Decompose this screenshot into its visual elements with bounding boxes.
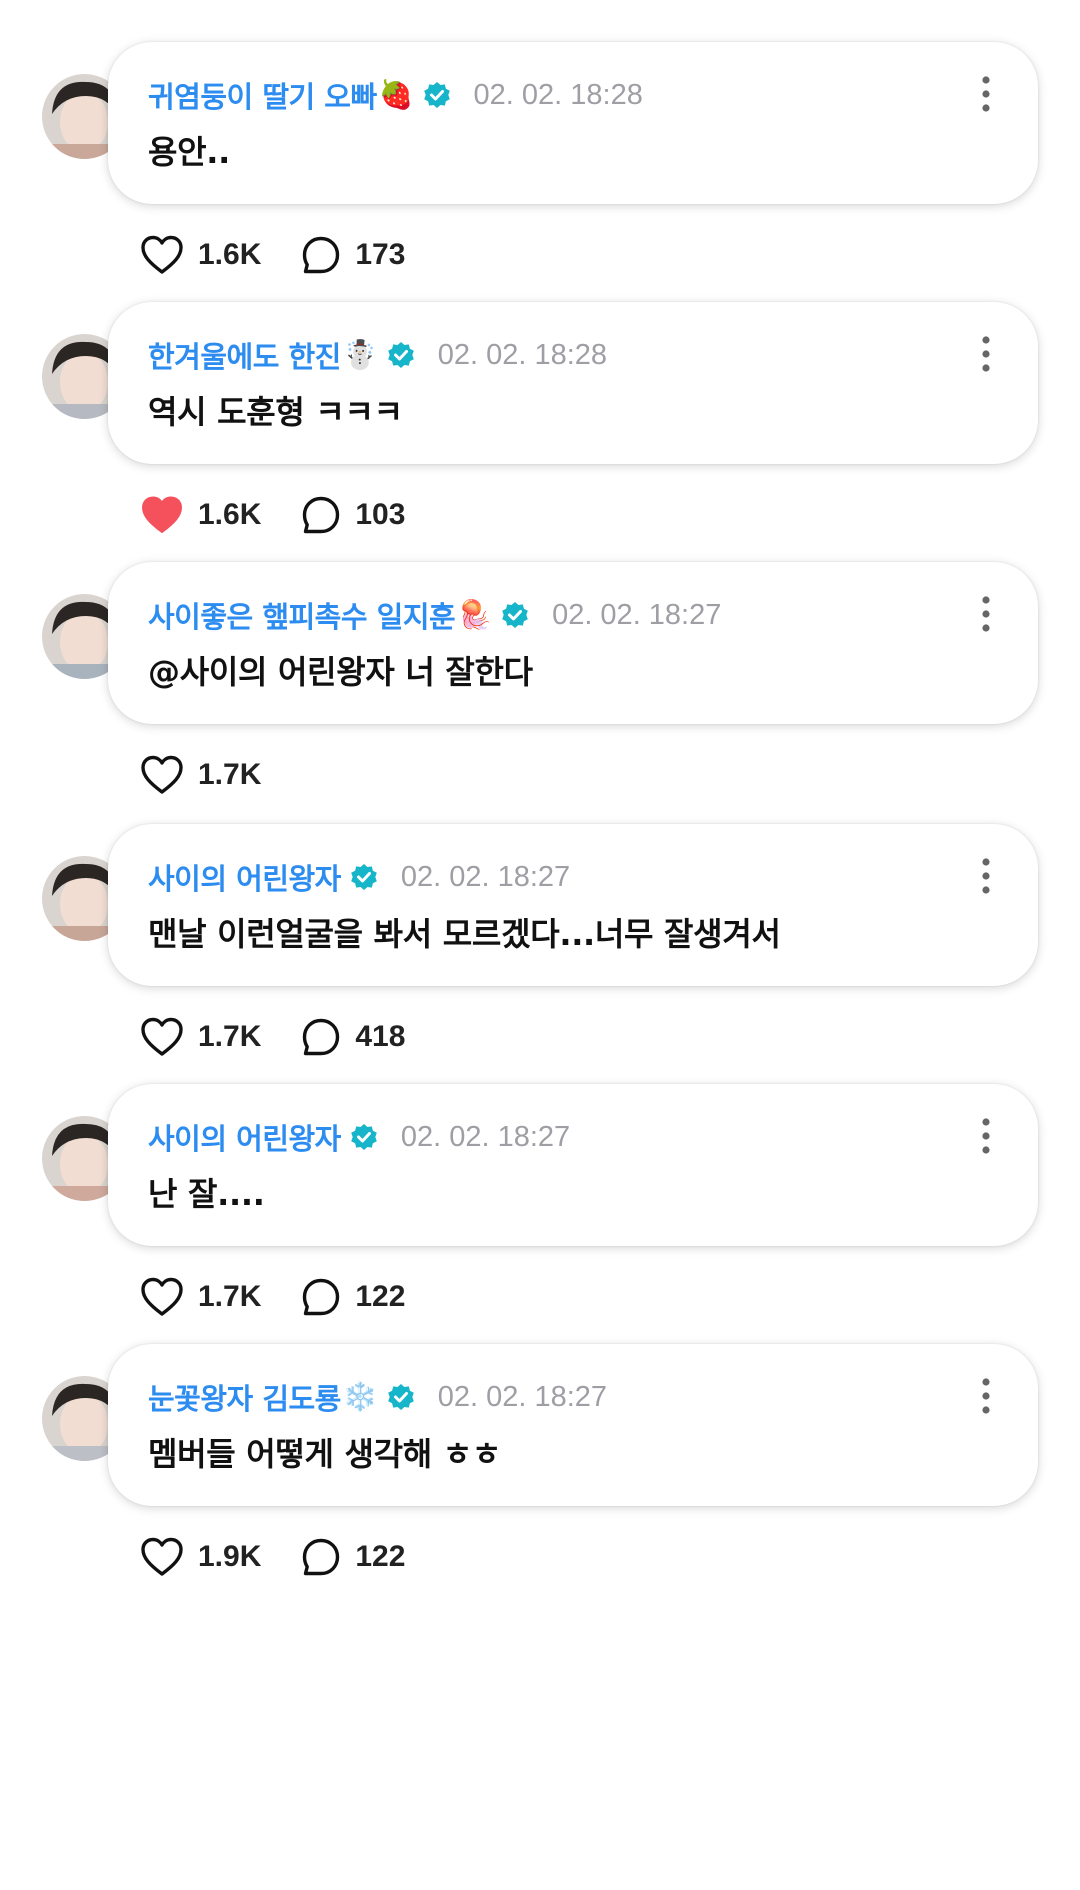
like-button[interactable]: 1.7K [140, 1017, 261, 1057]
username-emoji: 🍓 [378, 78, 414, 111]
like-count: 1.6K [198, 238, 262, 271]
like-count: 1.7K [198, 758, 262, 791]
more-vertical-icon[interactable] [976, 594, 996, 634]
verified-badge-icon [386, 1382, 416, 1412]
timestamp: 02. 02. 18:27 [400, 860, 571, 893]
reply-button[interactable]: 418 [301, 1017, 405, 1057]
speech-bubble-icon [303, 1278, 340, 1316]
more-vertical-icon[interactable] [976, 1376, 996, 1416]
verified-badge-icon [500, 600, 530, 630]
reply-count: 103 [355, 498, 406, 531]
username[interactable]: 귀염둥이 딸기 오빠 [148, 74, 377, 116]
more-vertical-icon[interactable] [976, 1116, 996, 1156]
comment-text: 멤버들 어떻게 생각해 ㅎㅎ [148, 1435, 502, 1473]
heart-icon [141, 1017, 183, 1056]
comment-text: 난 잘.... [148, 1175, 265, 1213]
more-vertical-icon[interactable] [976, 334, 996, 374]
comment-meta: 사이의 어린왕자 02. 02. 18:27 [148, 856, 570, 898]
comment-text: 맨날 이런얼굴을 봐서 모르겠다...너무 잘생겨서 [148, 915, 781, 953]
like-button[interactable]: 1.6K [140, 235, 261, 275]
comment-meta: 사이의 어린왕자 02. 02. 18:27 [148, 1116, 570, 1158]
like-count: 1.6K [198, 498, 262, 531]
heart-icon [141, 1277, 183, 1316]
heart-icon [141, 235, 183, 274]
reply-button[interactable]: 122 [301, 1537, 405, 1577]
comment-text: @사이의 어린왕자 너 잘한다 [148, 653, 533, 691]
timestamp: 02. 02. 18:28 [473, 78, 643, 111]
like-button[interactable]: 1.7K [140, 755, 261, 795]
reply-button[interactable]: 122 [301, 1277, 405, 1317]
reply-button[interactable]: 103 [301, 495, 405, 535]
comment-meta: 귀염둥이 딸기 오빠 🍓 02. 02. 18:28 [148, 74, 643, 116]
reply-count: 418 [355, 1020, 406, 1053]
comment-actions: 1.6K 173 [140, 230, 445, 280]
comment-actions: 1.9K 122 [140, 1532, 445, 1582]
reply-button[interactable]: 173 [301, 235, 405, 275]
heart-icon [141, 755, 183, 794]
verified-badge-icon [349, 1122, 379, 1152]
comment-meta: 눈꽃왕자 김도룡 ❄️ 02. 02. 18:27 [148, 1376, 607, 1418]
more-vertical-icon[interactable] [976, 856, 996, 896]
comment-bubble: 눈꽃왕자 김도룡 ❄️ 02. 02. 18:27 멤버들 어떻게 생각해 ㅎㅎ [108, 1344, 1038, 1506]
comment-meta: 한겨울에도 한진 ☃️ 02. 02. 18:28 [148, 334, 607, 376]
comment-feed: 귀염둥이 딸기 오빠 🍓 02. 02. 18:28 용안.. 1.6K 173 한겨울에도… [0, 0, 1080, 1890]
speech-bubble-icon [303, 1538, 340, 1576]
like-count: 1.7K [198, 1280, 262, 1313]
comment-actions: 1.7K [140, 750, 301, 800]
timestamp: 02. 02. 18:27 [437, 1380, 608, 1413]
like-button[interactable]: 1.7K [140, 1277, 261, 1317]
comment-text: 역시 도훈형 ㅋㅋㅋ [148, 393, 403, 431]
username[interactable]: 한겨울에도 한진 [148, 334, 341, 376]
comment-bubble: 사이좋은 햎피촉수 일지훈 🪼 02. 02. 18:27 @사이의 어린왕자 너 잘… [108, 562, 1038, 724]
comment-actions: 1.7K 418 [140, 1012, 445, 1062]
comment-bubble: 한겨울에도 한진 ☃️ 02. 02. 18:28 역시 도훈형 ㅋㅋㅋ [108, 302, 1038, 464]
like-count: 1.7K [198, 1020, 262, 1053]
comment-item: 눈꽃왕자 김도룡 ❄️ 02. 02. 18:27 멤버들 어떻게 생각해 ㅎㅎ 1.9… [0, 1344, 1080, 1660]
timestamp: 02. 02. 18:27 [400, 1120, 571, 1153]
username[interactable]: 사이의 어린왕자 [148, 856, 341, 898]
username[interactable]: 눈꽃왕자 김도룡 [148, 1376, 341, 1418]
heart-icon [141, 1537, 183, 1576]
comment-bubble: 귀염둥이 딸기 오빠 🍓 02. 02. 18:28 용안.. [108, 42, 1038, 204]
comment-text: 용안.. [148, 133, 230, 171]
more-vertical-icon[interactable] [976, 74, 996, 114]
comment-bubble: 사이의 어린왕자 02. 02. 18:27 난 잘.... [108, 1084, 1038, 1246]
verified-badge-icon [386, 340, 416, 370]
speech-bubble-icon [303, 1018, 340, 1056]
comment-actions: 1.7K 122 [140, 1272, 445, 1322]
reply-count: 173 [355, 238, 406, 271]
timestamp: 02. 02. 18:27 [552, 598, 722, 631]
like-button[interactable]: 1.9K [140, 1537, 261, 1577]
like-button[interactable]: 1.6K [140, 495, 261, 535]
like-count: 1.9K [198, 1540, 262, 1573]
username-emoji: 🪼 [457, 598, 493, 631]
comment-meta: 사이좋은 햎피촉수 일지훈 🪼 02. 02. 18:27 [148, 594, 721, 636]
verified-badge-icon [349, 862, 379, 892]
username-emoji: ☃️ [342, 338, 378, 371]
timestamp: 02. 02. 18:28 [437, 338, 608, 371]
username[interactable]: 사이의 어린왕자 [148, 1116, 341, 1158]
comment-bubble: 사이의 어린왕자 02. 02. 18:27 맨날 이런얼굴을 봐서 모르겠다...… [108, 824, 1038, 986]
speech-bubble-icon [303, 236, 340, 274]
speech-bubble-icon [303, 496, 340, 534]
username-emoji: ❄️ [342, 1380, 378, 1413]
reply-count: 122 [355, 1540, 406, 1573]
username[interactable]: 사이좋은 햎피촉수 일지훈 [148, 594, 456, 636]
verified-badge-icon [422, 80, 452, 110]
heart-icon [142, 496, 182, 533]
reply-count: 122 [355, 1280, 406, 1313]
comment-actions: 1.6K 103 [140, 490, 445, 540]
